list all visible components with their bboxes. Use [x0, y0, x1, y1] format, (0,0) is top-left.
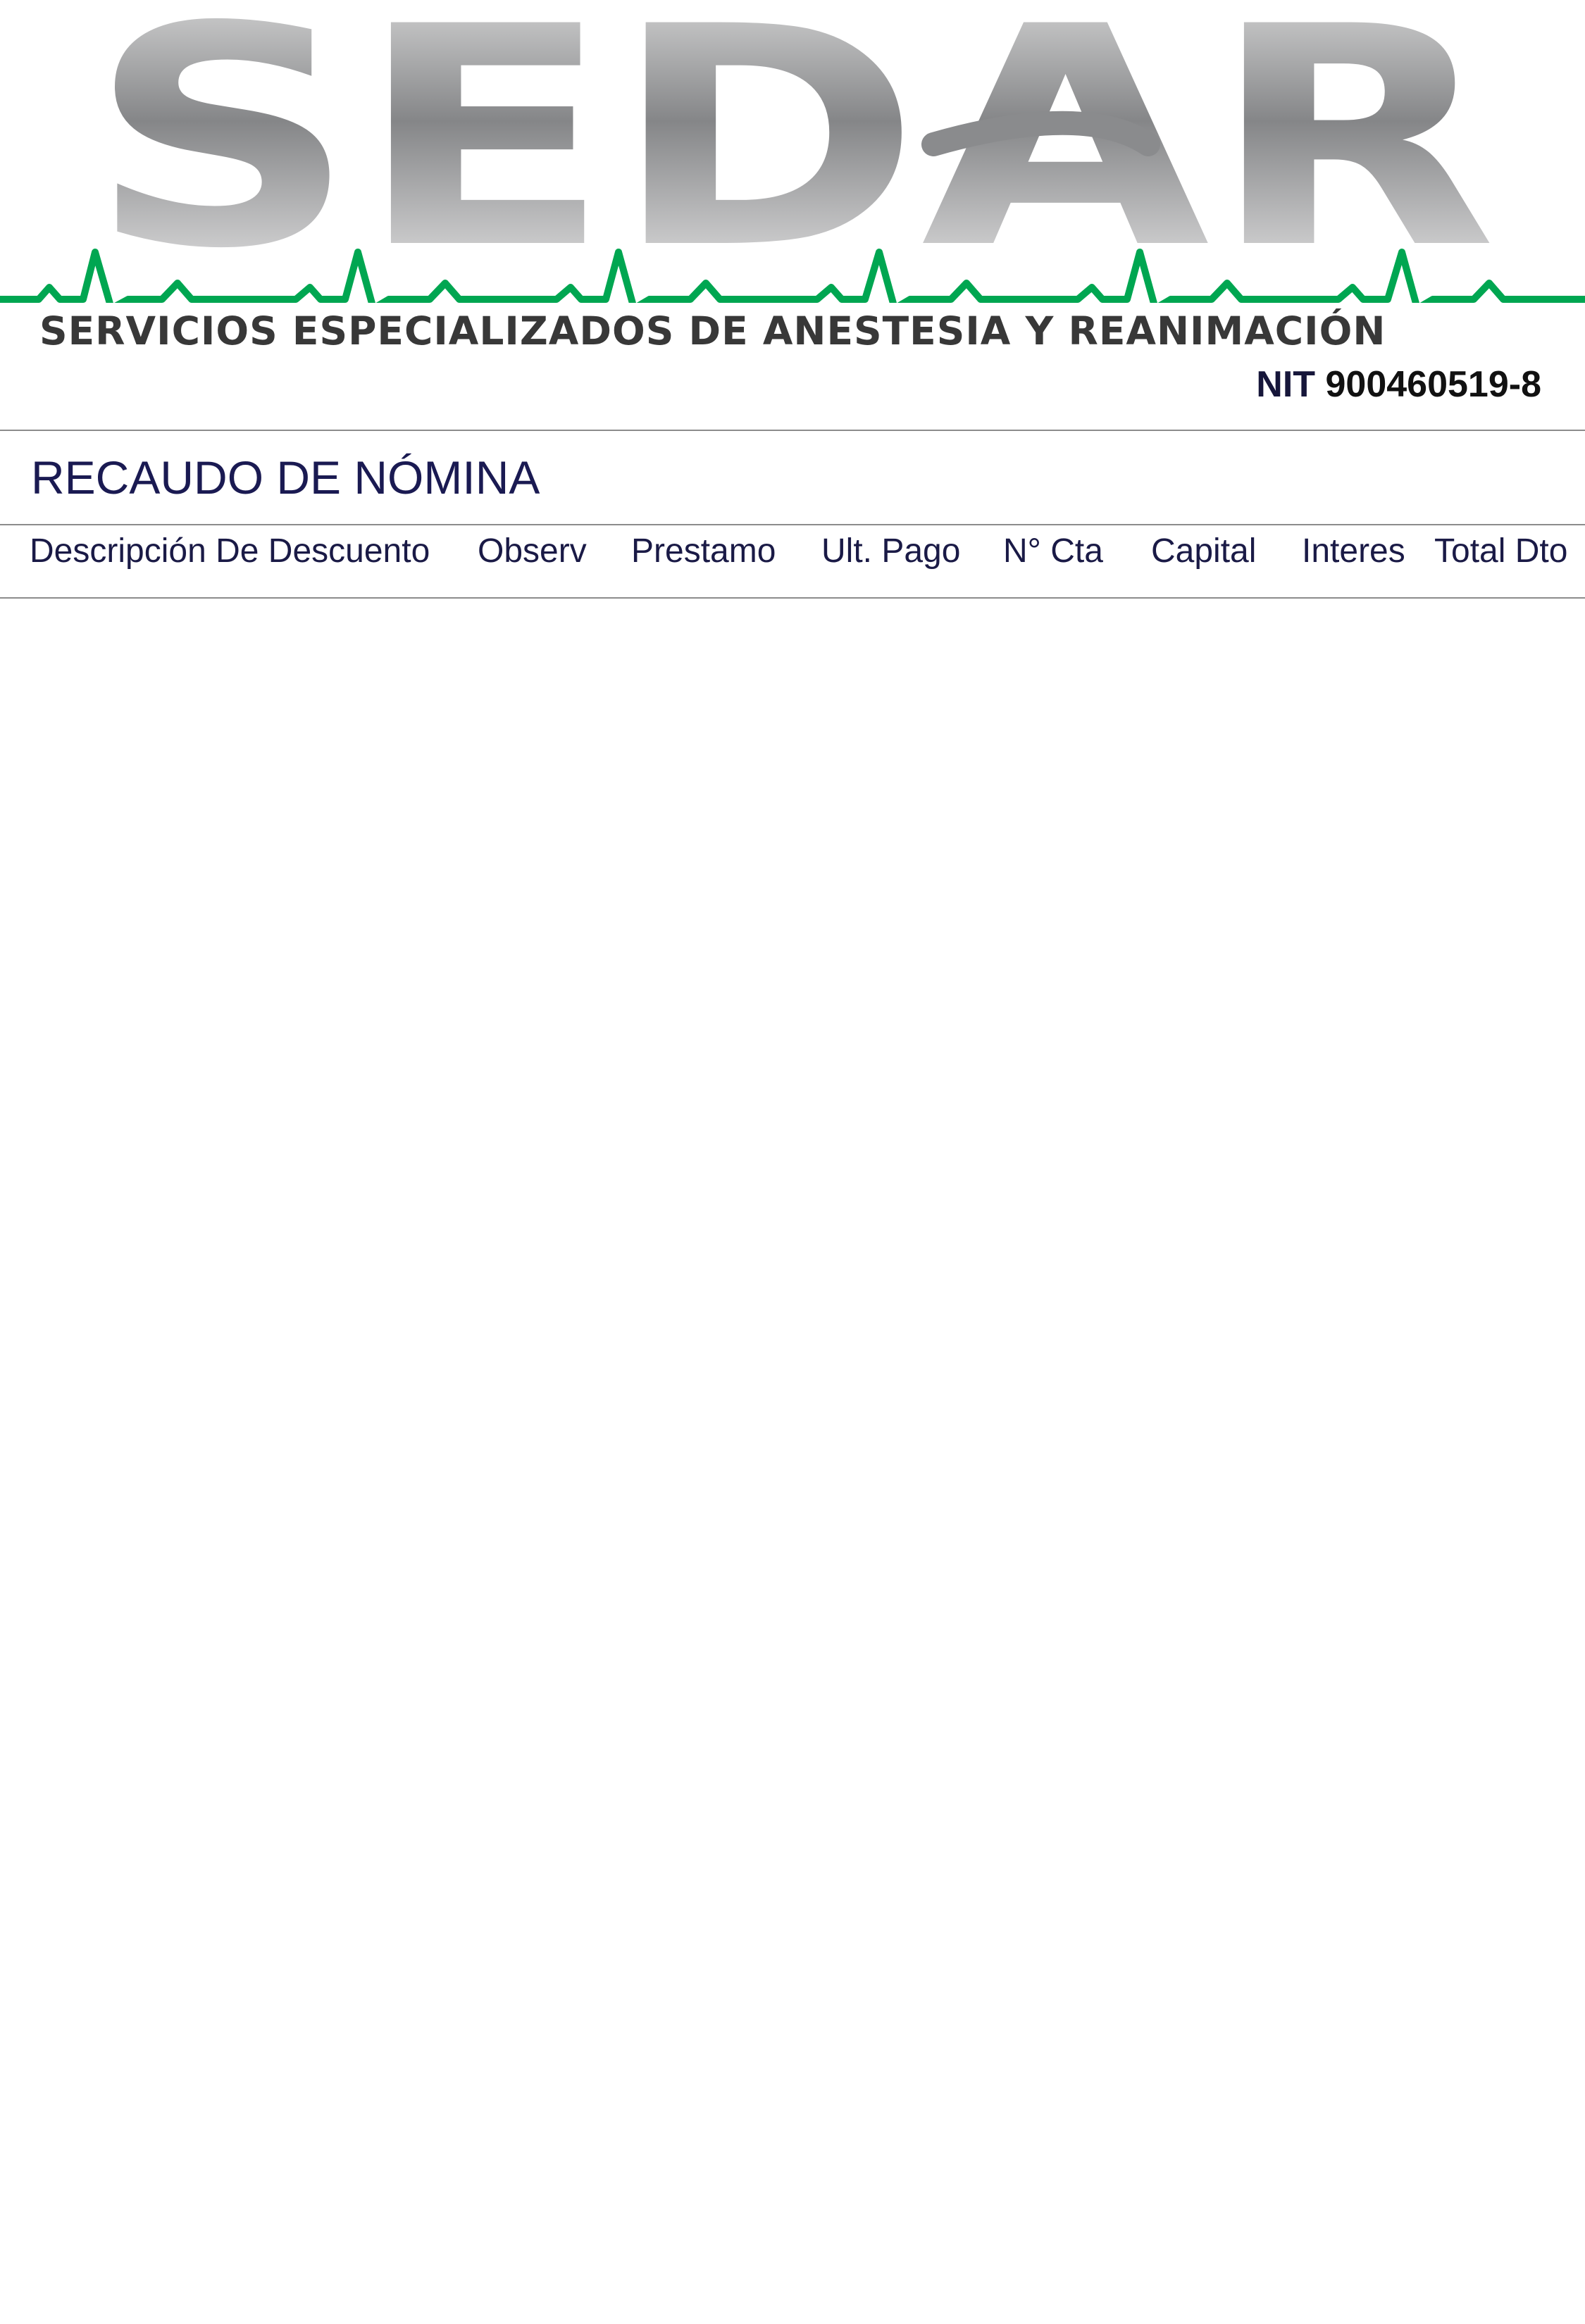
column-header-ult-pago: Ult. Pago — [821, 532, 961, 570]
table-header: Descripción De Descuento Observ Prestamo… — [0, 532, 1585, 582]
nit-value: 900460519-8 — [1325, 364, 1541, 405]
company-tagline: SERVICIOS ESPECIALIZADOS DE ANESTESIA Y … — [39, 308, 1386, 354]
table-body — [0, 600, 1585, 2304]
divider-top — [0, 430, 1585, 431]
nit-label: NIT — [1256, 364, 1316, 405]
letterhead: SEDAR SERVICIOS ESPECIALIZADOS DE ANESTE… — [0, 0, 1585, 423]
logo-wordmark: SEDAR — [88, 0, 1497, 303]
column-header-descripcion: Descripción De Descuento — [30, 532, 430, 570]
column-header-total-dto: Total Dto — [1434, 532, 1568, 570]
document-title: RECAUDO DE NÓMINA — [31, 451, 540, 504]
sedar-logo: SEDAR — [0, 0, 1585, 303]
column-header-capital: Capital — [1151, 532, 1257, 570]
column-header-prestamo: Prestamo — [631, 532, 776, 570]
nit-number: NIT 900460519-8 — [1256, 363, 1541, 406]
column-header-interes: Interes — [1302, 532, 1405, 570]
column-header-numero-cuenta: N° Cta — [1003, 532, 1103, 570]
column-header-observ: Observ — [478, 532, 587, 570]
divider-title — [0, 524, 1585, 525]
divider-header — [0, 597, 1585, 599]
